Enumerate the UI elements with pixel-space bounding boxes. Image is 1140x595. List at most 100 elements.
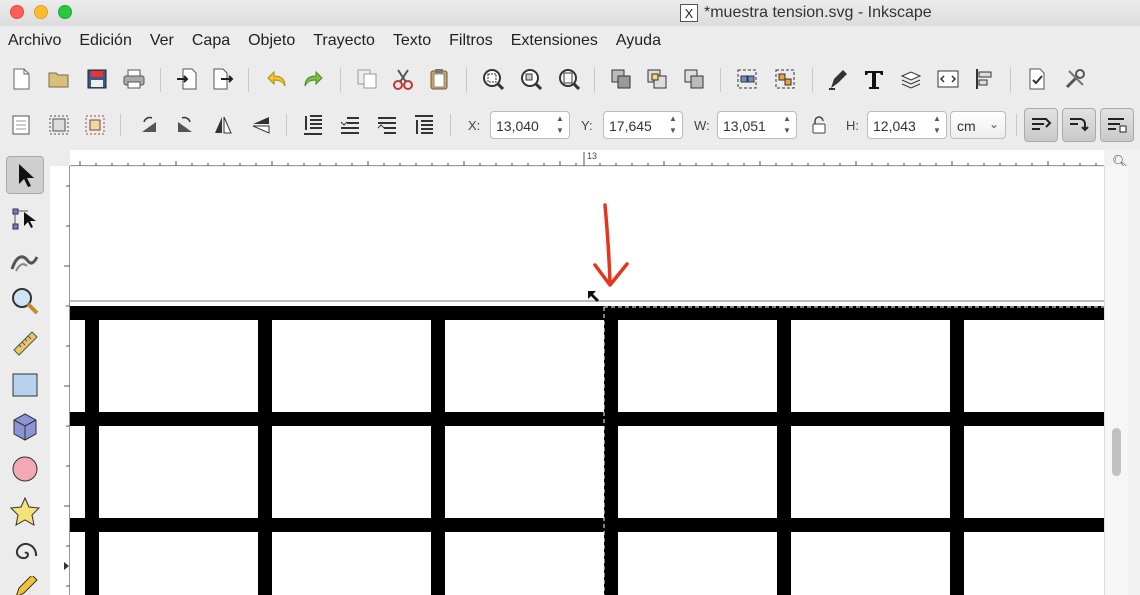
selector-tool[interactable] [6,156,44,194]
scrollbar-thumb[interactable] [1112,428,1121,476]
menu-extensiones[interactable]: Extensiones [511,32,598,50]
pencil-tool[interactable] [6,576,44,595]
menu-ver[interactable]: Ver [150,32,174,50]
x-label: X: [468,118,481,133]
maximize-window-button[interactable] [58,5,72,19]
grid-bar-vertical[interactable] [777,306,791,595]
vertical-scrollbar[interactable] [1104,166,1128,595]
toolbox [0,150,50,595]
deselect-icon[interactable] [82,112,108,138]
toolbar-separator [286,114,287,136]
menu-ayuda[interactable]: Ayuda [616,32,661,50]
star-tool[interactable] [6,492,44,530]
ruler-label: 13 [587,151,598,161]
zoom-page-icon[interactable] [556,66,582,92]
spin-arrows-icon[interactable]: ▲ ▼ [780,113,794,137]
w-spinbox[interactable]: 13,051 ▲ ▼ [717,111,797,139]
y-spinbox[interactable]: 17,645 ▲ ▼ [603,111,683,139]
redo-icon[interactable] [300,66,326,92]
grid-bar-horizontal[interactable] [70,306,1104,320]
grid-bar-horizontal[interactable] [70,412,1104,426]
group-icon[interactable] [734,66,760,92]
scale-corners-toggle[interactable] [1062,108,1096,142]
grid-bar-vertical[interactable] [85,306,99,595]
toolbar-separator [248,68,249,92]
text-font-icon[interactable] [861,66,887,92]
scale-stroke-toggle[interactable] [1024,108,1058,142]
raise-icon[interactable] [374,112,400,138]
window-title: *muestra tension.svg - Inkscape [704,4,932,21]
select-all-icon[interactable] [8,112,34,138]
open-icon[interactable] [46,66,72,92]
document-properties-icon[interactable] [1024,66,1050,92]
export-icon[interactable] [210,66,236,92]
grid-bar-vertical[interactable] [431,306,445,595]
duplicate-object-icon[interactable] [608,66,634,92]
zoom-selection-icon[interactable] [480,66,506,92]
ellipse-tool[interactable] [6,450,44,488]
minimize-window-button[interactable] [34,5,48,19]
close-window-button[interactable] [10,5,24,19]
ungroup-icon[interactable] [772,66,798,92]
undo-icon[interactable] [264,66,290,92]
menu-texto[interactable]: Texto [393,32,431,50]
raise-to-top-icon[interactable] [411,112,437,138]
grid-bar-vertical[interactable] [950,306,964,595]
save-icon[interactable] [84,66,110,92]
menu-edicion[interactable]: Edición [79,32,131,50]
menu-capa[interactable]: Capa [192,32,230,50]
spin-arrows-icon[interactable]: ▲ ▼ [553,113,567,137]
print-icon[interactable] [121,66,147,92]
menu-trayecto[interactable]: Trayecto [313,32,375,50]
flip-horizontal-icon[interactable] [210,112,236,138]
3d-box-tool[interactable] [6,408,44,446]
unlink-clone-icon[interactable] [681,66,707,92]
menu-archivo[interactable]: Archivo [8,32,61,50]
toolbar-separator [720,68,721,92]
lock-icon[interactable] [806,112,832,138]
x-spinbox[interactable]: 13,040 ▲ ▼ [490,111,570,139]
w-value: 13,051 [723,118,766,134]
drawing-canvas[interactable] [70,167,1104,595]
rectangle-tool[interactable] [6,366,44,404]
unit-select[interactable]: cm ⌄ [950,111,1006,139]
preferences-icon[interactable] [1062,66,1088,92]
paste-icon[interactable] [426,66,452,92]
import-icon[interactable] [174,66,200,92]
flip-vertical-icon[interactable] [248,112,274,138]
select-all-layers-icon[interactable] [46,112,72,138]
drawing-svg [70,203,1104,595]
move-gradients-toggle[interactable] [1100,108,1134,142]
menu-bar: Archivo Edición Ver Capa Objeto Trayecto… [0,28,1140,54]
fill-stroke-icon[interactable] [825,66,851,92]
clone-icon[interactable] [644,66,670,92]
lower-to-bottom-icon[interactable] [300,112,326,138]
vertical-scrollbar-area: 🔍︎ [1104,150,1140,595]
node-tool[interactable] [6,198,44,236]
layers-icon[interactable] [898,66,924,92]
tweak-tool[interactable] [6,240,44,278]
menu-filtros[interactable]: Filtros [449,32,493,50]
new-document-icon[interactable] [8,66,34,92]
menu-objeto[interactable]: Objeto [248,32,295,50]
spiral-tool[interactable] [6,534,44,572]
measure-tool[interactable] [6,324,44,362]
grid-bar-vertical[interactable] [258,306,272,595]
grid-bar-vertical[interactable] [604,306,618,595]
rotate-ccw-icon[interactable] [136,112,162,138]
spin-arrows-icon[interactable]: ▲ ▼ [930,113,944,137]
duplicate-icon[interactable] [354,66,380,92]
h-spinbox[interactable]: 12,043 ▲ ▼ [867,111,947,139]
cut-icon[interactable] [390,66,416,92]
window-title-group: X *muestra tension.svg - Inkscape [680,3,932,23]
grid-bar-horizontal[interactable] [70,518,1104,532]
xml-editor-icon[interactable] [935,66,961,92]
lower-icon[interactable] [337,112,363,138]
spin-arrows-icon[interactable]: ▲ ▼ [666,113,680,137]
zoom-drawing-icon[interactable] [518,66,544,92]
rotate-cw-icon[interactable] [172,112,198,138]
toolbar-separator [812,68,813,92]
zoom-tool[interactable] [6,282,44,320]
align-distribute-icon[interactable] [972,66,998,92]
resize-handle-icon[interactable] [588,291,599,302]
